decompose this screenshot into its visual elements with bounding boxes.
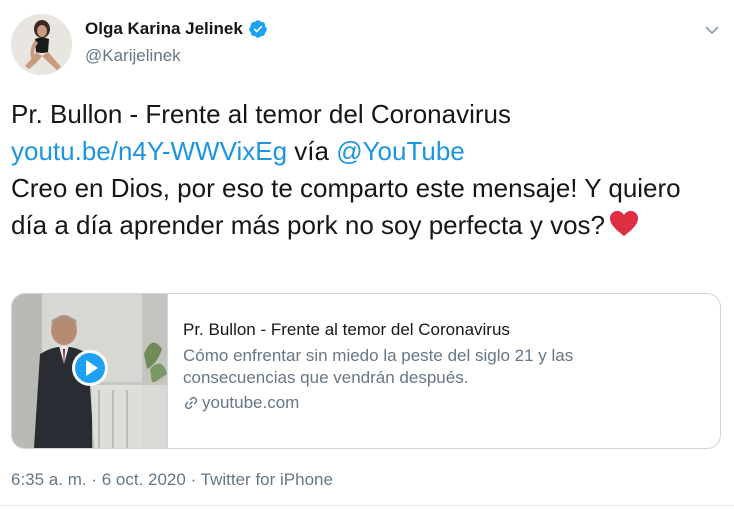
- tweet-body-text: Creo en Dios, por eso te comparto este m…: [11, 173, 681, 240]
- youtube-mention-link[interactable]: @YouTube: [336, 136, 465, 166]
- tweet-date[interactable]: 6 oct. 2020: [102, 470, 186, 489]
- avatar[interactable]: [11, 14, 72, 75]
- author-handle[interactable]: @Karijelinek: [85, 46, 181, 66]
- tweet-url-link[interactable]: youtu.be/n4Y-WWVixEg: [11, 136, 287, 166]
- meta-separator: ·: [86, 470, 102, 489]
- author-name-row[interactable]: Olga Karina Jelinek: [85, 19, 268, 39]
- card-description: Cómo enfrentar sin miedo la peste del si…: [183, 346, 574, 387]
- tweet-metadata: 6:35 a. m. · 6 oct. 2020 · Twitter for i…: [11, 470, 333, 490]
- link-icon: [183, 395, 199, 411]
- meta-separator: ·: [185, 470, 201, 489]
- divider: [0, 505, 734, 506]
- tweet-link-line: youtu.be/n4Y-WWVixEg vía @YouTube: [11, 133, 711, 170]
- tweet-body: Creo en Dios, por eso te comparto este m…: [11, 170, 711, 244]
- verified-badge-icon: [248, 19, 268, 39]
- card-body[interactable]: Pr. Bullon - Frente al temor del Coronav…: [167, 294, 720, 448]
- link-preview-card[interactable]: Pr. Bullon - Frente al temor del Coronav…: [11, 293, 721, 449]
- via-text: vía: [287, 136, 337, 166]
- play-button-icon[interactable]: [71, 349, 109, 387]
- tweet-line-title: Pr. Bullon - Frente al temor del Coronav…: [11, 99, 511, 129]
- tweet-source[interactable]: Twitter for iPhone: [201, 470, 333, 489]
- tweet-text: Pr. Bullon - Frente al temor del Coronav…: [11, 96, 711, 244]
- heart-emoji-icon: [609, 210, 639, 238]
- tweet-time[interactable]: 6:35 a. m.: [11, 470, 87, 489]
- author-name[interactable]: Olga Karina Jelinek: [85, 19, 243, 39]
- card-title: Pr. Bullon - Frente al temor del Coronav…: [183, 320, 510, 339]
- card-domain-row: youtube.com: [183, 393, 720, 413]
- card-domain: youtube.com: [202, 393, 300, 412]
- chevron-down-icon[interactable]: [704, 22, 720, 38]
- video-thumbnail[interactable]: [12, 294, 167, 448]
